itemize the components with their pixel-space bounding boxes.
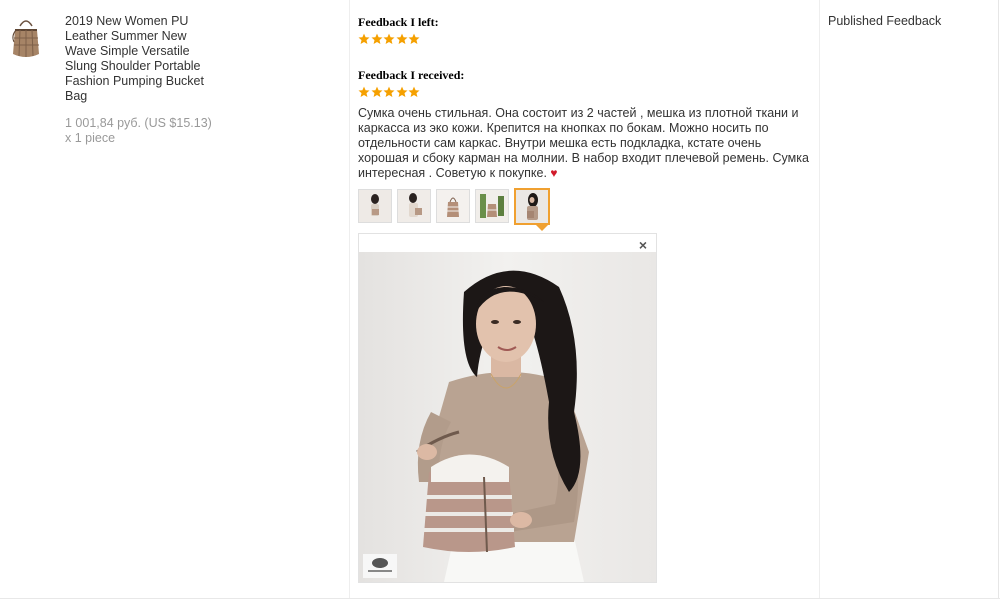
star-icon xyxy=(408,33,420,44)
bucket-bag-image xyxy=(12,20,39,57)
star-icon xyxy=(371,86,382,97)
star-icon xyxy=(358,86,370,97)
published-feedback-status: Published Feedback xyxy=(828,14,942,28)
close-icon[interactable]: × xyxy=(639,237,647,253)
photo-thumbnail-image xyxy=(398,190,430,222)
feedback-photo-thumb-2[interactable] xyxy=(397,189,431,223)
feedback-photo-thumbnails xyxy=(358,188,555,225)
product-thumbnail[interactable] xyxy=(6,14,46,60)
row-right-border xyxy=(998,0,999,598)
product-title[interactable]: 2019 New Women PU Leather Summer New Wav… xyxy=(65,14,215,104)
active-thumbnail-caret xyxy=(536,225,548,231)
star-icon xyxy=(358,33,370,44)
feedback-left-stars xyxy=(358,33,421,45)
heart-icon: ♥ xyxy=(550,166,558,180)
woman-with-bag-photo xyxy=(359,252,656,582)
feedback-photo-thumb-1[interactable] xyxy=(358,189,392,223)
star-icon xyxy=(408,86,420,97)
feedback-received-stars xyxy=(358,86,421,98)
photo-thumbnail-image xyxy=(359,190,391,222)
photo-thumbnail-image xyxy=(516,190,548,223)
star-icon xyxy=(371,33,382,44)
photo-thumbnail-image xyxy=(476,190,508,222)
photo-viewer: × xyxy=(358,233,657,583)
product-price: 1 001,84 руб. (US $15.13) xyxy=(65,116,212,130)
star-icon xyxy=(396,33,407,44)
product-quantity: x 1 piece xyxy=(65,131,116,145)
photo-thumbnail-image xyxy=(437,190,469,222)
star-icon xyxy=(383,33,395,44)
feedback-photo-large[interactable] xyxy=(359,252,656,582)
column-divider xyxy=(819,0,820,598)
column-divider xyxy=(349,0,350,598)
feedback-photo-thumb-5[interactable] xyxy=(514,188,550,225)
feedback-received-text: Сумка очень стильная. Она состоит из 2 ч… xyxy=(358,106,810,181)
feedback-text-body: Сумка очень стильная. Она состоит из 2 ч… xyxy=(358,106,809,180)
star-icon xyxy=(396,86,407,97)
feedback-photo-thumb-3[interactable] xyxy=(436,189,470,223)
feedback-photo-thumb-4[interactable] xyxy=(475,189,509,223)
feedback-received-heading: Feedback I received: xyxy=(358,68,465,82)
feedback-left-heading: Feedback I left: xyxy=(358,15,439,29)
star-icon xyxy=(383,86,395,97)
order-feedback-row: 2019 New Women PU Leather Summer New Wav… xyxy=(0,0,1000,599)
